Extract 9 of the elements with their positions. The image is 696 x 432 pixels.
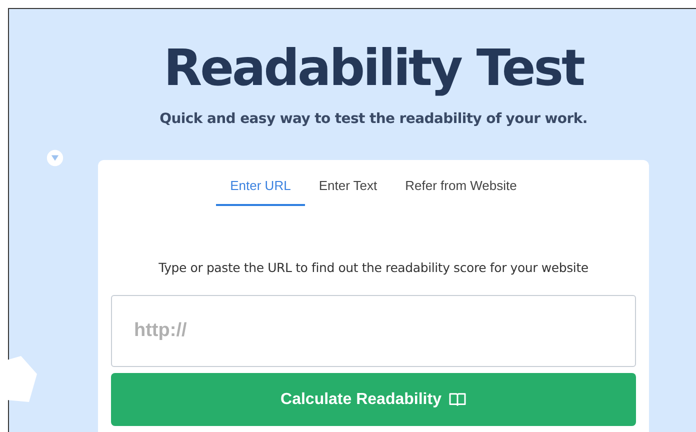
instruction-text: Type or paste the URL to find out the readability score for your website: [158, 260, 588, 276]
tab[interactable]: Refer from Website: [391, 160, 531, 206]
page-subtitle: Quick and easy way to test the readability of your work.: [160, 110, 588, 128]
book-icon: [449, 392, 466, 407]
url-field[interactable]: http://: [111, 295, 636, 367]
pentagon-icon: [7, 356, 37, 404]
tab[interactable]: Enter Text: [304, 160, 392, 206]
page-title: Readability Test: [164, 38, 584, 98]
tab[interactable]: Enter URL: [216, 160, 305, 206]
